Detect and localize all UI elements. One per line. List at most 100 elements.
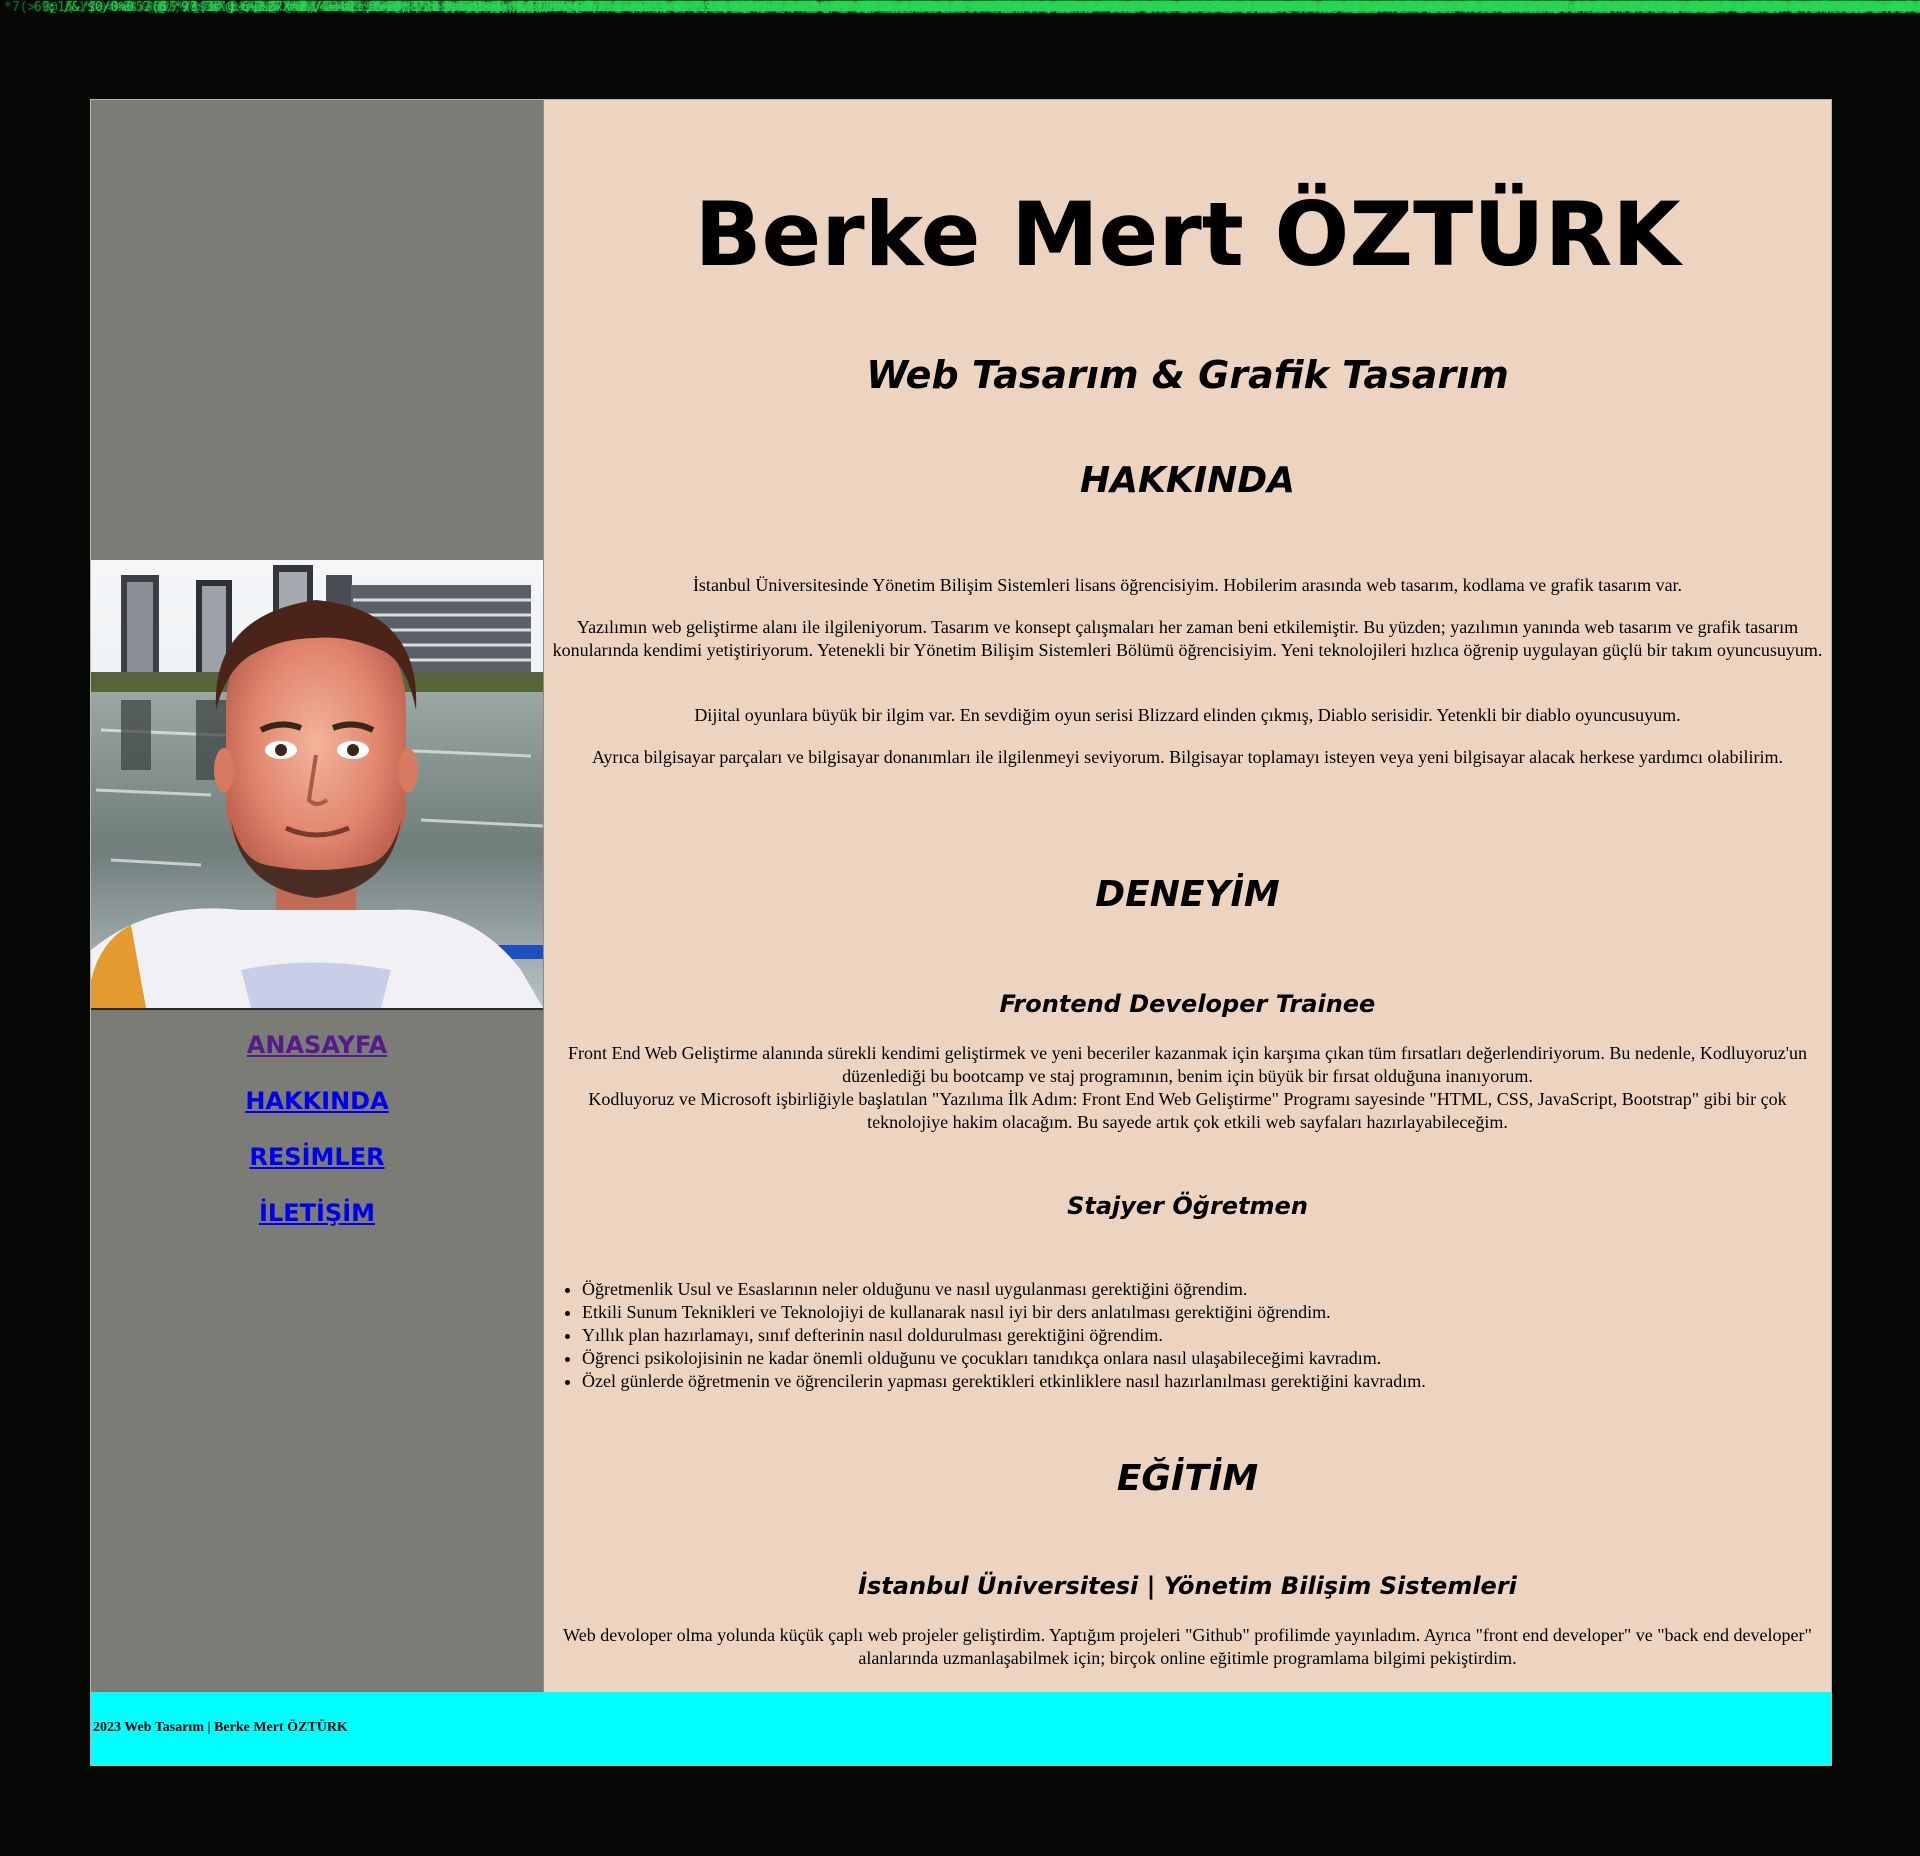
matrix-glyph-column: , > > > (-!& /= >6X %79 ? & 073 0* / 8+ … [400,0,1371,15]
matrix-glyph-column: 69@15 /? <!> 57(0/* $$3 )!/7 @ 24 !4 +. … [26,0,997,15]
matrix-glyph-column: 1 - 6 3 ) /4 6 9> :93$+7 $ 4 <$* ?5$ /? … [70,0,1041,15]
matrix-glyph-column: #. . % . 988? 4 +( , 38%.) : * $5 7 # +>… [752,0,1723,15]
matrix-glyph-column: 0+;,8 ( +? ? -> 1 )()50$; </ ,8) ;- $ X(… [1655,0,1899,15]
nav-link-iletisim[interactable]: İLETİŞİM [91,1198,543,1228]
sidebar: ANASAYFA HAKKINDA RESİMLER İLETİŞİM [91,100,544,1692]
nav-link-resimler[interactable]: RESİMLER [91,1142,543,1172]
matrix-glyph-column: 7 50 3 ); !?(%; 6 -X 0 1$X; ! X;+ ?@ !2 … [224,0,1195,15]
matrix-glyph-column: ;6?7 =7 9 %0 $7(.!&; 86 ). 19 ? =1 ;9 & … [510,0,1481,15]
matrix-glyph-column: % </$:4,*8@+ ! 4 7 =8 ;! ! # * 5% $#: 5 … [422,0,1393,15]
matrix-glyph-column: + 5.3*7 /-7 <@ . ,11/ :< : -X 15% .?;07 … [1874,0,1920,15]
job-title-frontend: Frontend Developer Trainee [999,990,1376,1018]
list-item: Özel günlerde öğretmenin ve öğrencilerin… [582,1370,1782,1393]
experience-heading: DENEYİM [1095,874,1280,915]
job-title-teacher: Stajyer Öğretmen [1067,1192,1308,1220]
matrix-glyph-column: *!,-- %65@-7*99 ).&, 5 : 4? 92<=> ( !*& … [1911,0,1920,15]
nav-link-hakkinda[interactable]: HAKKINDA [91,1086,543,1116]
matrix-glyph-column: 0 ;?0 3; 1@;( <? 52 3 ): : 05 - 5 & 9 ,;… [158,0,1129,15]
matrix-glyph-column: % %. )06 & + !> 3@ ,@ $+ - 4 ? ; < $ @ =… [1764,0,1920,15]
main-nav: ANASAYFA HAKKINDA RESİMLER İLETİŞİM [91,1030,543,1254]
list-item: Öğretmenlik Usul ve Esaslarının neler ol… [582,1278,1782,1301]
matrix-glyph-column: 5< 0( & %) X 6$ %# ?=81 ( 4 794 2> ? +91… [312,0,1283,15]
education-school: İstanbul Üniversitesi | Yönetim Bilişim … [858,1572,1517,1600]
matrix-glyph-column: ; /& $0/0%0 . @ 9? # ; ,%27X 7 / =4: 09 … [48,0,1019,15]
matrix-glyph-column: +(5 /!(1 8< @.!%0; 0 ??$->2#88 /65( ,;!%… [136,0,1107,15]
matrix-glyph-column: 1(,-9> ! 7> /#/ *9 =1 9) 5!04 .90 4.8 X … [1060,0,1914,15]
about-paragraph-3: Dijital oyunlara büyük bir ilgim var. En… [694,705,1681,725]
matrix-glyph-column: 1%% @9 8 & )1.?7:2!% ! 4 8*(64 %(5! - ? … [1397,0,1920,15]
matrix-glyph-column: )# 9%;@?$&23 9<&$ ! 5 8 ,X . ;( & + $ -3… [1302,0,1913,15]
page-subtitle: Web Tasarım & Grafik Tasarım [866,353,1509,397]
matrix-glyph-column: 6 2 ! 1 5!: 9 95%) 3 5# ., ) 5 . )< ,0)5… [1126,0,1920,15]
matrix-glyph-column: & / * + ? 4 ? /> * 4 * ) ?;@ &>7 8. 4> ,… [1808,0,1895,15]
matrix-glyph-column: /+166=% !;%; . + 6 4 3 * >*. 2%.7= 1-&);… [1280,0,1920,15]
matrix-glyph-column: $ )/ # 5=& < ./< (@ 8 , - (7 =4!./72 ! =… [290,0,1261,15]
matrix-glyph-column: 5 ? &*( ! #**-1 ? 0= ! 0 @. ,7 / 0 65) ?… [928,0,1899,15]
education-heading: EĞİTİM [1116,1458,1259,1499]
teacher-duties-list: Öğretmenlik Usul ve Esaslarının neler ol… [544,1278,1782,1393]
matrix-glyph-column: 1,475 @ 81 )(/ 9 50= $ 5 #X $4%=% X.4 9 … [1595,0,1902,15]
page-container: ANASAYFA HAKKINDA RESİMLER İLETİŞİM Berk… [90,99,1832,1766]
matrix-glyph-column: 79; 8 #8 +* . 9 ($ 3 $:%0/4 -40 , ;192/.… [818,0,1789,15]
matrix-glyph-column: @ >$& ) &5 : !4 * X X .$2 $9 $</ =(9 :1 … [1478,0,1909,15]
matrix-glyph-column: @ 23:! 6-! 9 &( 2 0 X % :&* X X 4/ *#%-0… [840,0,1811,15]
matrix-glyph-column: =-+$3.0:: 5 4? ?+ #6 >& ! ++ )% /?79? 28… [1676,0,1903,15]
matrix-glyph-column: (% $ &$ . <!0 /+) 26 )>*3=84 73 : > 6)- … [1265,0,1920,15]
matrix-glyph-column: 9! <5 4 /# 0 + @ @ 7=69( !1!1. @#>% ) ; … [950,0,1920,15]
matrix-glyph-column: 3: ( X!(& 1,- ; 27 7$: (6* !+: #4 # 53 ,… [1529,0,1920,15]
matrix-glyph-column: >14 6>%5+ + , 1()< 7 X 39 ; 9 * $ :>7 =+… [598,0,1569,15]
matrix-glyph-column: &5;<#32 9/53<(4 8/ ( >43 -?< 9 9 =) =5 X… [642,0,1613,15]
footer: 2023 Web Tasarım | Berke Mert ÖZTÜRK [91,1692,1831,1765]
matrix-glyph-column: &< ! ,3= = - !)7 * ?9 2 4 ,,% %,) / 12 %… [664,0,1635,15]
matrix-glyph-column: /# = X51 > !X =4X @? ,4 ;3 20!,& 0;2<- .… [532,0,1503,15]
matrix-glyph-column: ,7 ;(83 :; +/& !0! &=, 1X5 %-/ ()+X<% X7… [1500,0,1920,15]
main-content: Berke Mert ÖZTÜRK Web Tasarım & Grafik T… [544,100,1831,1692]
matrix-glyph-column: *51X* - 0 , > 2492@X - ( 1 87XX # =?X& %… [1214,0,1919,15]
matrix-glyph-column: %?*> < / 3>9)X68 + X (67 ! 5, ? 7;<+ %7 … [1766,0,1916,15]
matrix-glyph-column: 2:)(8X* -,@=0; & 0,;#0* & - /$9 +<35; @5… [1243,0,1910,15]
matrix-glyph-column: 8X@ 6+2 7 #0 4+ # :0X ); 5 5 3 $ (:2 >6 … [202,0,1173,15]
matrix-glyph-column: > 703?%3 7 5< 3 , % = .:2 , 1 )?# +90 @ … [1786,0,1920,15]
matrix-glyph-column: @: 3<#89 0 *6? 8 5 > ;:) 2/2 +9 % 3 ! 4 … [620,0,1591,15]
matrix-glyph-column: ( ,)3 =7 )@@,6 .>,() )> @19 <.?3 &$&*0 )… [1434,0,1920,15]
matrix-glyph-column: 7=0 7 4>X;! /4 2/ 00* 9 /0 -@ ) ?( $; & … [1361,0,1920,15]
matrix-glyph-column: 9$!;< 4@336 5-:2?: 8 2($1 909/9 1 +0 64-… [1163,0,1920,15]
profile-photo-illustration [91,560,543,1008]
matrix-glyph-column: 9 = $ # < - 71 % =. .7 0 9@!0*9/+ /$6 -?… [1038,0,1920,15]
about-heading: HAKKINDA [1079,460,1296,501]
page-title: Berke Mert ÖZTÜRK [694,183,1681,286]
matrix-glyph-column: 0 +. ? /@# 4!5< . %>/ X $ 9(+ +@! *!=? 2… [1852,0,1920,15]
matrix-glyph-column: 1) ( ; @% >1=/, 47X, & 7X$8 #7! < &;9,; … [1698,0,1920,15]
list-item: Etkili Sunum Teknikleri ve Teknolojiyi d… [582,1301,1782,1324]
matrix-glyph-column: 10* 8-!>,1 0> & , -? 8 ++/<! / < !0 3 ! … [378,0,1349,15]
matrix-glyph-column: * 84 0!/ 5; $/# * @ & :7X @& =% # - >1%:… [1104,0,1920,15]
matrix-glyph-column: %0 67$084</%@ */9 7? + -8 2!6 ,7 > )9 (4… [1016,0,1920,15]
job-description-frontend-2: Kodluyoruz ve Microsoft işbirliğiyle baş… [588,1089,1787,1132]
matrix-glyph-column: (7 19-&1 ; , ,?)> 5<31:/ 24) ? )< 5.);X … [1617,0,1916,15]
about-paragraph-4: Ayrıca bilgisayar parçaları ve bilgisaya… [592,747,1783,767]
matrix-glyph-column: * ?&- 6<$ 43 ; ) < %$$1 8- /, )5%, .*9< … [1192,0,1920,15]
matrix-glyph-column: 0 /:,$ 8-:0 0> :)4 + : *5 / ? ) !58 @ 6 … [334,0,1305,15]
matrix-glyph-column: + /X +5&;5 X 7 & 3 0 /?; 86.% $.; 0 43 <… [884,0,1855,15]
list-item: Yıllık plan hazırlamayı, sınıf defterini… [582,1324,1782,1347]
profile-photo [91,560,543,1010]
matrix-glyph-column: :; ==7 * .$%& 0+! 4 > = @ ,2<&8;:1 - X@ … [356,0,1327,15]
matrix-glyph-column: $ ,8+ #8? 3 5 5+@ &?1#2 !:)8* - ,$ 0 . <… [708,0,1679,15]
matrix-glyph-column: 69& X 4 <2+93 ;+8 ; 8@%= :8 ! / =!50$ 5 … [246,0,1217,15]
matrix-glyph-column: 8 59.< 8#@X33 !9 1* % <)> + .# ! &<8 0 X… [862,0,1833,15]
matrix-glyph-column: ) $+ ! < / &9. 9 8 12 / %9 92 9(></ - 9<… [1573,0,1920,15]
matrix-glyph-column: $: ? !8? ( - =6. (;%; 2 0?,+ X @+ $3 1+ … [1170,0,1920,15]
matrix-glyph-column: 9-/ > ) -= ( 9X @& = ,2 $ :: + = XX8% %0… [730,0,1701,15]
matrix-glyph-column: # X $ ,;- 52*9- 8*-8 &10 /> ! 5; % ! # 1… [444,0,1415,15]
matrix-glyph-column: # )3&65)$*! = 8;- 0; 5X./: ;# 6%! /! =-$… [1456,0,1918,15]
matrix-glyph-column: X @0# -+ % (..: < 0 < + & 1 & $ ;-= 4 39… [1375,0,1920,15]
nav-link-anasayfa[interactable]: ANASAYFA [91,1030,543,1060]
matrix-glyph-column: +8 /@ 2? ;7% :0=< ( & 0 @?6(! >-X/ =+ @ … [92,0,1063,15]
about-paragraph-1: İstanbul Üniversitesinde Yönetim Bilişim… [692,575,1683,595]
matrix-glyph-column: 0 =0 13!8 # @ ? !! $4% ) (8 * / /*+3 113… [268,0,1239,15]
matrix-glyph-column: !& 11 % 67 $@+ < & @9 $# 3 < ? * . $0; @… [1749,0,1915,15]
list-item: Öğrenci psikolojisinin ne kadar önemli o… [582,1347,1782,1370]
matrix-glyph-column: $(> 98 #8 4&< 9? )=( . X 2X+ >!3 2* @* (… [1544,0,1897,15]
matrix-glyph-column: > =* (3 4 >< 2 !(< ( ? :*6 3/## @7= 4$4!… [488,0,1459,15]
matrix-glyph-column: 9 1 # 3 % 75 6> 9 ;+.<++ / >? # 6 : <? :… [554,0,1525,15]
